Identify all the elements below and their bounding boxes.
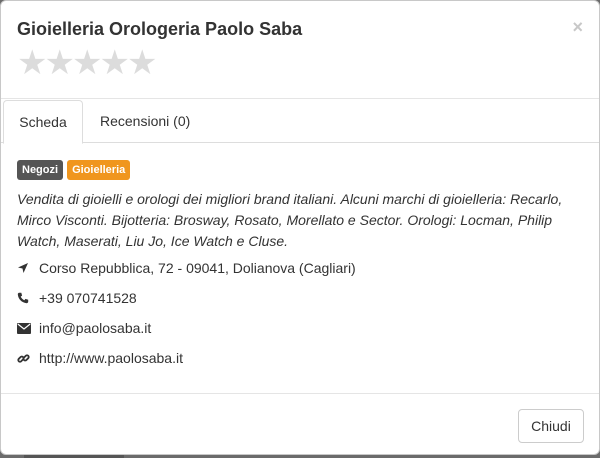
website-row: http://www.paolosaba.it [17,348,183,368]
category-badges: Negozi Gioielleria [17,160,583,180]
star-icon[interactable]: ★ [72,46,102,80]
email-text[interactable]: info@paolosaba.it [39,320,151,336]
star-icon[interactable]: ★ [17,46,47,80]
address-row: Corso Repubblica, 72 - 09041, Dolianova … [17,258,356,278]
modal-footer: Chiudi [1,393,599,454]
link-icon [17,352,39,365]
phone-icon [17,292,39,304]
badge-gioielleria[interactable]: Gioielleria [67,160,131,180]
store-description: Vendita di gioielli e orologi dei miglio… [17,191,563,249]
website-text[interactable]: http://www.paolosaba.it [39,350,183,366]
close-button[interactable]: Chiudi [518,409,584,443]
location-arrow-icon [17,262,39,274]
tab-scheda[interactable]: Scheda [3,100,83,144]
address-text: Corso Repubblica, 72 - 09041, Dolianova … [39,260,356,276]
badge-negozi[interactable]: Negozi [17,160,64,180]
close-icon[interactable]: × [572,17,583,37]
envelope-icon [17,322,39,334]
tab-content: Negozi Gioielleria Vendita di gioielli e… [17,160,583,366]
star-icon[interactable]: ★ [100,46,130,80]
tab-bar: Scheda Recensioni (0) [1,100,599,144]
star-icon[interactable]: ★ [127,46,157,80]
email-row: info@paolosaba.it [17,318,151,338]
tab-recensioni[interactable]: Recensioni (0) [100,100,190,143]
phone-text[interactable]: +39 070741528 [39,290,137,306]
phone-row: +39 070741528 [17,288,137,308]
store-detail-modal: Gioielleria Orologeria Paolo Saba × ★ ★ … [0,0,600,455]
rating-stars[interactable]: ★ ★ ★ ★ ★ [17,46,583,80]
star-icon[interactable]: ★ [45,46,75,80]
modal-title: Gioielleria Orologeria Paolo Saba [17,19,303,39]
modal-header: Gioielleria Orologeria Paolo Saba × ★ ★ … [1,1,599,99]
